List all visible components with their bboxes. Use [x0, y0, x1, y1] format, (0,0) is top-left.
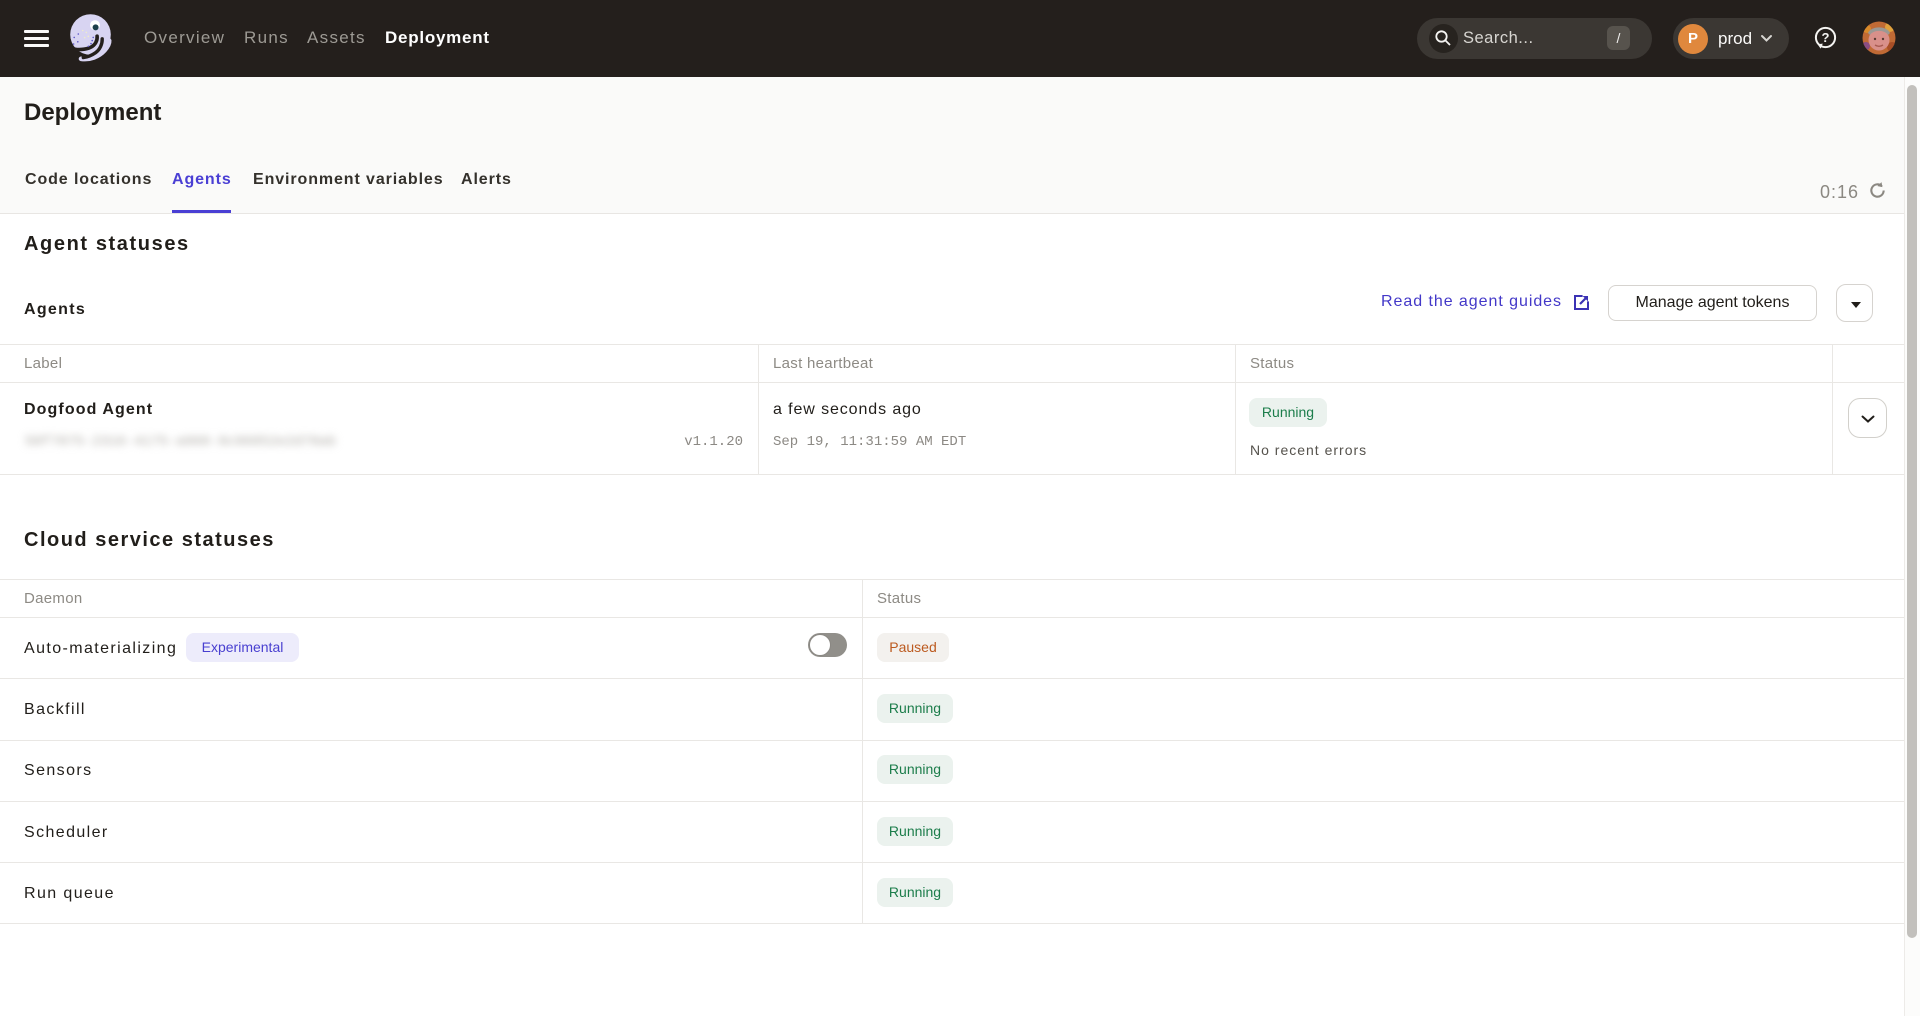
svg-text:?: ?: [1822, 30, 1830, 45]
